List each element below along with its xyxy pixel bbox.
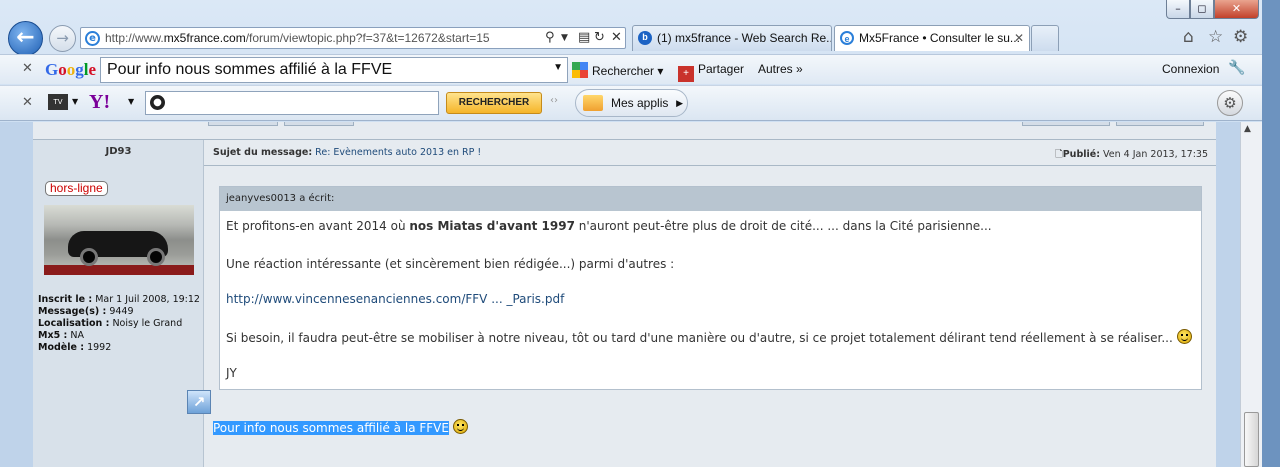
- google-query-text: Pour info nous sommes affilié à la FFVE: [107, 61, 393, 78]
- forum-post: JD93 hors-ligne Inscrit le : Mar 1 Juil …: [33, 122, 1216, 467]
- maximize-button[interactable]: ◻: [1190, 0, 1214, 19]
- quote-header: jeanyves0013 a écrit:: [220, 187, 1201, 211]
- apps-icon: [583, 95, 603, 111]
- tv-icon[interactable]: TV: [48, 94, 68, 110]
- smiley-icon: [452, 419, 468, 434]
- quote-link-line: http://www.vincennesenanciennes.com/FFV …: [226, 292, 564, 306]
- post-author[interactable]: JD93: [33, 146, 204, 157]
- prev-post-button[interactable]: [208, 122, 278, 126]
- info-row: Inscrit le : Mar 1 Juil 2008, 19:12: [38, 294, 200, 305]
- dropdown-icon[interactable]: ▼: [128, 97, 134, 106]
- info-row: Mx5 : NA: [38, 330, 84, 341]
- info-row: Message(s) : 9449: [38, 306, 134, 317]
- refresh-icon[interactable]: ↻: [594, 30, 605, 45]
- dropdown-icon[interactable]: ▼: [561, 33, 568, 43]
- star-icon[interactable]: ☆: [1208, 27, 1223, 47]
- scroll-thumb[interactable]: [1244, 412, 1259, 467]
- google-search-icon: [572, 62, 588, 78]
- author-info: Inscrit le : Mar 1 Juil 2008, 19:12 Mess…: [38, 294, 204, 354]
- new-tab-button[interactable]: [1031, 25, 1059, 51]
- google-search-input[interactable]: Pour info nous sommes affilié à la FFVE …: [100, 57, 568, 83]
- scroll-up-icon[interactable]: ▲: [1244, 124, 1251, 134]
- compat-icon[interactable]: ▤: [578, 30, 590, 45]
- subject-link[interactable]: Re: Evènements auto 2013 en RP !: [315, 147, 481, 158]
- my-apps-button[interactable]: Mes applis ▶: [575, 89, 688, 117]
- status-badge: hors-ligne: [45, 181, 108, 196]
- tab-mx5france[interactable]: e Mx5France • Consulter le su... ✕: [834, 25, 1030, 51]
- ie-page-icon: e: [840, 31, 854, 45]
- yahoo-toolbar: ✕ TV ▼ Y! ▼ ● RECHERCHER ‹› Mes applis ▶…: [0, 85, 1262, 121]
- previous-row-footer: [33, 122, 1216, 140]
- info-row: Modèle : 1992: [38, 342, 112, 353]
- close-toolbar-icon[interactable]: ✕: [22, 95, 33, 110]
- divider: [204, 165, 1216, 166]
- share-icon: +: [678, 66, 694, 82]
- quote-line: Si besoin, il faudra peut-être se mobili…: [226, 329, 1192, 345]
- smiley-icon: [1176, 329, 1192, 344]
- google-toolbar: ✕ Google Pour info nous sommes affilié à…: [0, 54, 1262, 84]
- page-content: JD93 hors-ligne Inscrit le : Mar 1 Juil …: [0, 122, 1262, 467]
- address-bar[interactable]: e http://www.mx5france.com/forum/viewtop…: [80, 27, 626, 49]
- search-icon: ●: [150, 95, 165, 110]
- close-toolbar-icon[interactable]: ✕: [22, 61, 33, 76]
- quote-line: Une réaction intéressante (et sincèremen…: [226, 257, 675, 271]
- prev-post-button[interactable]: [1116, 122, 1204, 126]
- post-subject: Sujet du message: Re: Evènements auto 20…: [213, 147, 482, 158]
- yahoo-search-button[interactable]: RECHERCHER: [446, 92, 542, 114]
- prev-post-button[interactable]: [284, 122, 354, 126]
- post-icon[interactable]: 🗋: [1055, 149, 1063, 160]
- selected-text[interactable]: Pour info nous sommes affilié à la FFVE: [213, 421, 449, 435]
- quote-line: Et profitons-en avant 2014 où nos Miatas…: [226, 219, 992, 233]
- google-search-button[interactable]: Rechercher ▾: [572, 62, 663, 78]
- prev-post-button[interactable]: [1022, 122, 1110, 126]
- bing-icon: b: [638, 31, 652, 45]
- yahoo-logo[interactable]: Y!: [89, 91, 110, 114]
- vertical-scrollbar[interactable]: ▲: [1240, 122, 1262, 467]
- avatar: [44, 205, 194, 275]
- gear-icon[interactable]: ⚙: [1233, 27, 1248, 47]
- ie-page-icon: e: [85, 31, 100, 46]
- dropdown-icon[interactable]: ▼: [553, 62, 563, 73]
- share-button[interactable]: + Partager: [678, 62, 744, 82]
- window-edge: [1262, 0, 1280, 467]
- yahoo-search-input[interactable]: ●: [145, 91, 439, 115]
- login-link[interactable]: Connexion: [1162, 62, 1219, 76]
- post-body: Pour info nous sommes affilié à la FFVE: [213, 419, 468, 435]
- tab-web-search[interactable]: b (1) mx5france - Web Search Re...: [632, 25, 832, 51]
- back-button[interactable]: ←: [8, 21, 43, 56]
- forward-button[interactable]: →: [49, 25, 76, 52]
- chevron-right-icon: ▶: [676, 98, 683, 108]
- resize-handle[interactable]: ‹›: [550, 95, 558, 106]
- tab-label: Mx5France • Consulter le su...: [859, 31, 1020, 45]
- browser-chrome: – ◻ ✕ ← → e http://www.mx5france.com/for…: [0, 0, 1280, 122]
- minimize-button[interactable]: –: [1166, 0, 1190, 19]
- toolbar-settings-icon[interactable]: ⚙: [1217, 90, 1243, 116]
- quote-signature: JY: [226, 366, 237, 380]
- quote-link[interactable]: http://www.vincennesenanciennes.com/FFV …: [226, 292, 564, 306]
- stop-icon[interactable]: ✕: [611, 30, 622, 45]
- google-logo: Google: [45, 60, 97, 79]
- tab-label: (1) mx5france - Web Search Re...: [657, 31, 832, 45]
- home-icon[interactable]: ⌂: [1183, 27, 1194, 47]
- apps-label: Mes applis: [611, 96, 669, 110]
- close-window-button[interactable]: ✕: [1214, 0, 1259, 19]
- wrench-icon[interactable]: 🔧: [1228, 59, 1245, 76]
- address-url[interactable]: http://www.mx5france.com/forum/viewtopic…: [105, 31, 490, 45]
- expand-icon[interactable]: ↗: [187, 390, 211, 414]
- post-date: 🗋Publié: Ven 4 Jan 2013, 17:35: [1055, 149, 1208, 160]
- quote-block: jeanyves0013 a écrit: Et profitons-en av…: [219, 186, 1202, 390]
- dropdown-icon[interactable]: ▼: [72, 97, 78, 106]
- info-row: Localisation : Noisy le Grand: [38, 318, 183, 329]
- more-button[interactable]: Autres »: [758, 62, 803, 76]
- search-icon[interactable]: ⚲: [545, 30, 555, 45]
- close-tab-icon[interactable]: ✕: [1014, 26, 1024, 50]
